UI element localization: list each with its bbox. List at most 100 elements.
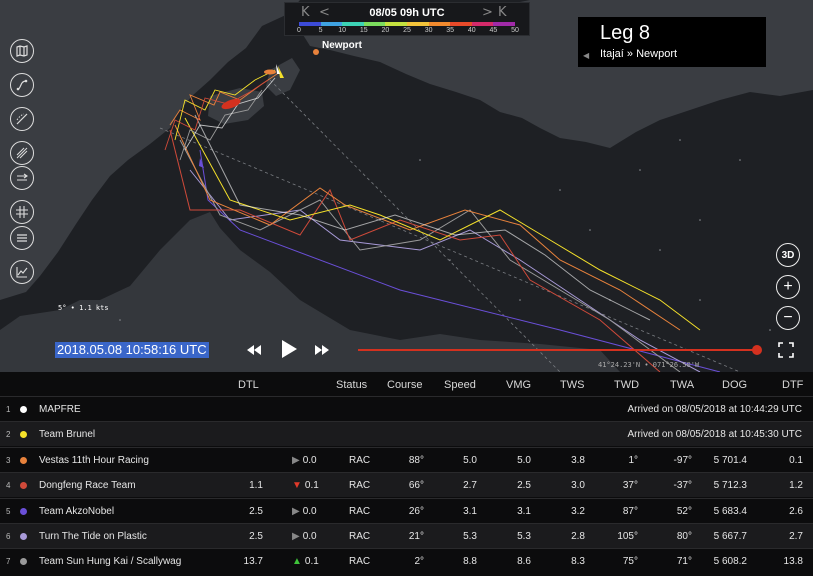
cell-twd: 105° bbox=[617, 531, 638, 542]
wind-readout: 5° • 1.1 kts bbox=[58, 304, 109, 312]
cell-twa: 80° bbox=[676, 531, 692, 542]
newport-marker bbox=[313, 49, 319, 55]
map-layers-button[interactable] bbox=[10, 39, 34, 63]
measure-tool-button[interactable] bbox=[10, 107, 34, 131]
cell-status: RAC bbox=[349, 505, 371, 517]
team-name: MAPFRE bbox=[39, 404, 81, 415]
cell-twa: -97° bbox=[673, 454, 692, 466]
grid-button[interactable] bbox=[10, 200, 34, 224]
cell-dtf: 1.2 bbox=[789, 480, 803, 492]
col-vmg[interactable]: VMG bbox=[506, 379, 531, 391]
cell-twd: 37° bbox=[622, 480, 638, 492]
wind-scale-tick: 5 bbox=[318, 27, 323, 34]
view-3d-button[interactable]: 3D bbox=[776, 243, 800, 267]
col-twa[interactable]: TWA bbox=[670, 379, 694, 391]
team-name: Vestas 11th Hour Racing bbox=[39, 454, 149, 466]
wind-scale-tick: 20 bbox=[381, 27, 390, 34]
col-tws[interactable]: TWS bbox=[560, 379, 584, 391]
last-frame-button[interactable]: K bbox=[498, 5, 507, 20]
team-color-dot bbox=[20, 558, 27, 566]
playback-scrubber[interactable] bbox=[358, 349, 757, 351]
col-dtl[interactable]: DTL bbox=[238, 379, 259, 391]
cell-tws: 3.2 bbox=[571, 505, 585, 517]
cell-status: RAC bbox=[349, 556, 371, 568]
rewind-button[interactable] bbox=[246, 343, 262, 362]
team-color-dot bbox=[20, 507, 27, 515]
trend-indicator: ▶ 0.0 bbox=[292, 455, 317, 466]
team-name: Team AkzoNobel bbox=[39, 505, 115, 517]
rank: 3 bbox=[6, 455, 11, 465]
leg-collapse-icon[interactable]: ◀ bbox=[583, 51, 589, 60]
cell-course: 66° bbox=[408, 480, 424, 492]
cell-speed: 2.7 bbox=[463, 480, 477, 492]
cell-dog: 5 683.4 bbox=[713, 505, 747, 517]
table-row[interactable]: 2 Team Brunel Arrived on 08/05/2018 at 10:… bbox=[0, 421, 813, 447]
wind-scale-segment bbox=[406, 22, 429, 26]
col-dtf[interactable]: DTF bbox=[782, 379, 803, 391]
table-row[interactable]: 1 MAPFRE Arrived on 08/05/2018 at 10:44:29… bbox=[0, 396, 813, 421]
race-map[interactable]: Newport 5° • 1.1 kts 41°24.23'N • 071°26… bbox=[0, 0, 813, 372]
play-icon bbox=[282, 340, 297, 358]
fast-forward-button[interactable] bbox=[314, 343, 330, 362]
cursor-coordinates: 41°24.23'N • 071°26.50'W bbox=[598, 361, 700, 369]
playback-timestamp: 2018.05.08 10:58:16 UTC bbox=[55, 342, 209, 358]
table-row[interactable]: 5 Team AkzoNobel 2.5 RAC 26° 3.1 3.1 3.2 87° 52° 5… bbox=[0, 497, 813, 523]
trend-indicator: ▶ 0.0 bbox=[292, 531, 317, 542]
stats-button[interactable] bbox=[10, 260, 34, 284]
trend-delta: 0.0 bbox=[302, 454, 317, 466]
wind-scale-tick: 30 bbox=[424, 27, 433, 34]
table-row[interactable]: 7 Team Sun Hung Kai / Scallywag 13.7 RAC 2° 8… bbox=[0, 548, 813, 573]
wind-scale-tick: 0 bbox=[297, 27, 301, 34]
cell-tws: 2.8 bbox=[571, 531, 585, 542]
cell-dtl: 2.5 bbox=[249, 505, 263, 517]
col-twd[interactable]: TWD bbox=[614, 379, 639, 391]
trend-icon: ▼ bbox=[292, 480, 302, 492]
zoom-in-button[interactable]: + bbox=[776, 275, 800, 299]
col-status[interactable]: Status bbox=[336, 379, 367, 391]
trend-indicator: ▶ 0.0 bbox=[292, 506, 317, 517]
place-label: Newport bbox=[322, 40, 362, 51]
cell-tws: 3.0 bbox=[571, 480, 585, 492]
team-color-dot bbox=[20, 533, 27, 540]
leaderboard-table: DTL Status Course Speed VMG TWS TWD TWA … bbox=[0, 372, 813, 576]
trend-indicator: ▼ 0.1 bbox=[292, 480, 319, 491]
fullscreen-button[interactable] bbox=[778, 342, 794, 363]
play-button[interactable] bbox=[280, 339, 298, 364]
col-speed[interactable]: Speed bbox=[444, 379, 476, 391]
rank: 6 bbox=[6, 532, 11, 541]
wind-scale-tick: 40 bbox=[467, 27, 476, 34]
current-layer-button[interactable] bbox=[10, 166, 34, 190]
col-dog[interactable]: DOG bbox=[722, 379, 747, 391]
wind-scale-segment bbox=[385, 22, 407, 26]
wind-scale-tick: 45 bbox=[489, 27, 498, 34]
zoom-out-button[interactable]: − bbox=[776, 306, 800, 330]
next-frame-button[interactable]: > bbox=[482, 5, 493, 20]
track-tool-button[interactable] bbox=[10, 73, 34, 97]
table-row[interactable]: 6 Turn The Tide on Plastic 2.5 RAC 21° 5.3 5.3… bbox=[0, 523, 813, 548]
table-header: DTL Status Course Speed VMG TWS TWD TWA … bbox=[0, 372, 813, 396]
cell-tws: 3.8 bbox=[571, 454, 585, 466]
wind-scale-segment bbox=[493, 22, 515, 26]
ranking-button[interactable] bbox=[10, 226, 34, 250]
wind-scale-tick: 50 bbox=[511, 27, 519, 34]
grid-icon bbox=[16, 206, 28, 218]
team-color-dot bbox=[20, 406, 27, 413]
table-row[interactable]: 4 Dongfeng Race Team 1.1 RAC 66° 2.7 2.5 3.0 37°… bbox=[0, 472, 813, 498]
wind-layer-button[interactable] bbox=[10, 141, 34, 165]
fullscreen-icon bbox=[778, 342, 794, 358]
team-name: Dongfeng Race Team bbox=[39, 480, 136, 492]
cell-twd: 75° bbox=[622, 556, 638, 568]
scrubber-handle[interactable] bbox=[752, 345, 762, 355]
table-row[interactable]: 3 Vestas 11th Hour Racing RAC 88° 5.0 5.0 3.8 1… bbox=[0, 446, 813, 472]
cell-speed: 3.1 bbox=[463, 505, 477, 517]
rank: 5 bbox=[6, 506, 11, 516]
cell-dtf: 13.8 bbox=[783, 556, 803, 568]
wind-scale-segment bbox=[320, 22, 343, 26]
timeline-control: K < 08/05 09h UTC > K 0 5 10 15 20 25 30 35 40 45… bbox=[284, 2, 530, 36]
fast-forward-icon bbox=[315, 345, 329, 355]
cell-speed: 5.3 bbox=[463, 531, 477, 542]
current-icon bbox=[17, 173, 28, 181]
rank: 2 bbox=[6, 430, 11, 440]
col-course[interactable]: Course bbox=[387, 379, 422, 391]
track-icon bbox=[16, 79, 28, 91]
